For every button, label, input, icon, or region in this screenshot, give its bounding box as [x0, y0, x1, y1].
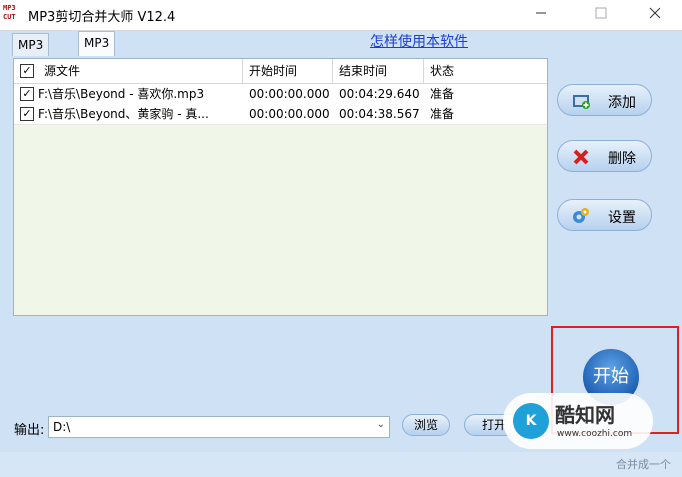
row-end-time: 00:04:29.640 [339, 87, 420, 101]
column-start-time[interactable]: 开始时间 [243, 59, 333, 83]
select-all-checkbox[interactable]: ✓ [20, 64, 34, 78]
delete-x-icon [573, 149, 589, 165]
chevron-down-icon: ⌄ [376, 419, 385, 430]
minimize-button[interactable] [518, 0, 564, 30]
column-source-file[interactable]: ✓ 源文件 [14, 59, 243, 83]
row-start-time: 00:00:00.000 [249, 107, 330, 121]
row-status: 准备 [430, 107, 455, 121]
watermark: K 酷知网 www.coozhi.com [503, 393, 653, 449]
app-icon-text-bottom: CUT [3, 13, 16, 21]
output-path-value: D:\ [53, 420, 71, 434]
close-icon [649, 7, 661, 19]
column-status[interactable]: 状态 [424, 59, 547, 83]
settings-button[interactable]: 设置 [557, 199, 652, 231]
file-list-table: ✓ 源文件 开始时间 结束时间 状态 ✓ F:\音乐\Beyond - 喜欢你.… [13, 58, 548, 316]
minimize-icon [536, 12, 546, 14]
add-button[interactable]: 添加 [557, 84, 652, 116]
maximize-button[interactable] [578, 0, 624, 30]
row-file: F:\音乐\Beyond、黄家驹 - 真... [38, 107, 209, 121]
watermark-url: www.coozhi.com [557, 429, 633, 439]
tab-mp3-cut[interactable]: MP3剪切 [12, 33, 50, 74]
table-row[interactable]: ✓ F:\音乐\Beyond、黄家驹 - 真... 00:00:00.000 0… [14, 104, 547, 125]
output-label: 输出: [14, 423, 45, 438]
delete-button-label: 删除 [608, 151, 636, 167]
table-row[interactable]: ✓ F:\音乐\Beyond - 喜欢你.mp3 00:00:00.000 00… [14, 84, 547, 105]
add-file-icon [573, 95, 590, 109]
maximize-icon [595, 7, 607, 19]
browse-button[interactable]: 浏览 [402, 414, 450, 436]
add-button-label: 添加 [608, 95, 636, 111]
status-text: 合并成一个 [616, 458, 671, 471]
close-button[interactable] [632, 0, 678, 30]
window-title: MP3剪切合并大师 V12.4 [28, 10, 176, 25]
tab-mp3-merge[interactable]: MP3合并 [78, 31, 116, 72]
row-status: 准备 [430, 87, 455, 101]
table-header: ✓ 源文件 开始时间 结束时间 状态 [14, 59, 547, 84]
watermark-logo: K [513, 403, 549, 439]
row-start-time: 00:00:00.000 [249, 87, 330, 101]
delete-button[interactable]: 删除 [557, 140, 652, 172]
row-end-time: 00:04:38.567 [339, 107, 420, 121]
settings-button-label: 设置 [608, 210, 636, 226]
app-icon: MP3 CUT [3, 4, 23, 24]
title-bar: MP3 CUT MP3剪切合并大师 V12.4 [0, 0, 682, 31]
column-source-file-label: 源文件 [44, 64, 81, 78]
column-end-time[interactable]: 结束时间 [333, 59, 424, 83]
row-file: F:\音乐\Beyond - 喜欢你.mp3 [38, 87, 205, 101]
app-icon-text-top: MP3 [3, 4, 16, 12]
help-link[interactable]: 怎样使用本软件 [370, 31, 468, 51]
output-path-select[interactable]: D:\ ⌄ [48, 416, 390, 438]
watermark-title: 酷知网 [555, 403, 615, 427]
status-bar: 合并成一个 [0, 452, 682, 477]
settings-gear-icon [573, 208, 589, 223]
